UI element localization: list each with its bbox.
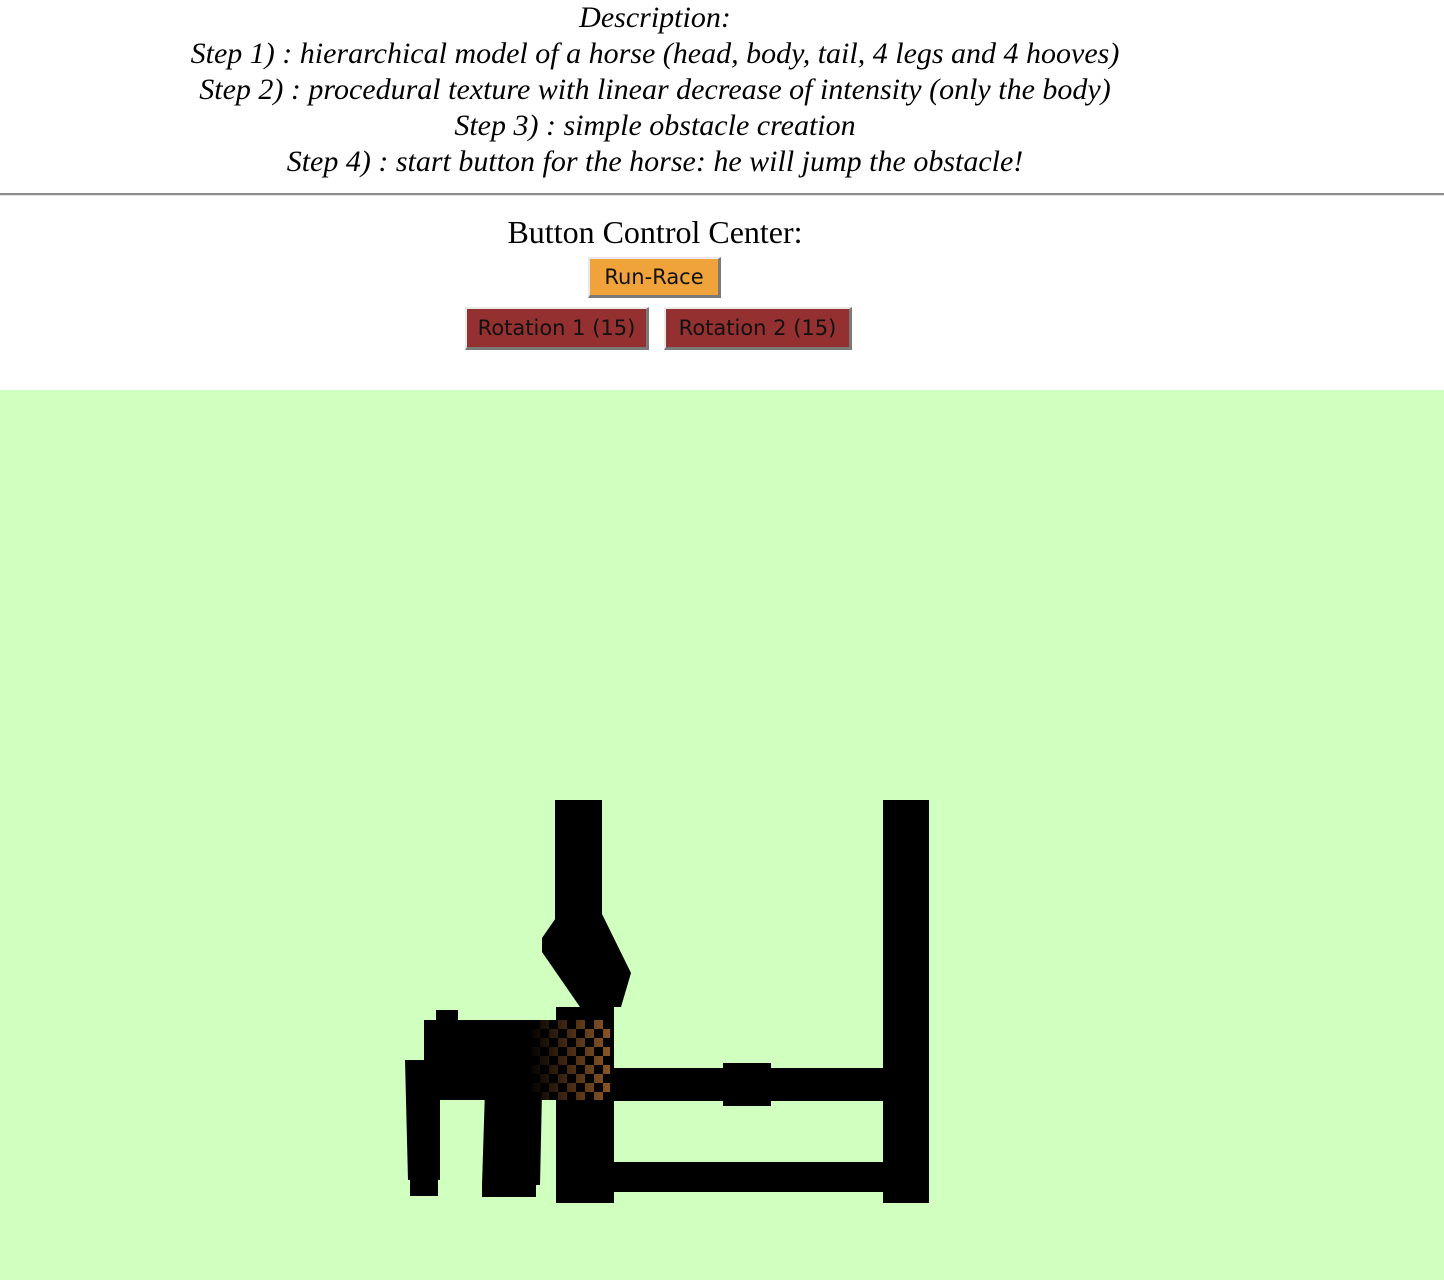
run-race-button[interactable]: Run-Race bbox=[588, 257, 721, 298]
divider bbox=[0, 193, 1444, 196]
horse-back-hoof-2 bbox=[482, 1182, 508, 1197]
description-heading: Description: bbox=[579, 1, 731, 34]
horse-back-leg-3 bbox=[508, 1092, 542, 1185]
horse-tail bbox=[436, 1010, 458, 1038]
obstacle-top-bar-joint bbox=[723, 1063, 771, 1106]
description-step-4: Step 4) : start button for the horse: he… bbox=[286, 145, 1024, 178]
obstacle-bottom-bar bbox=[604, 1162, 894, 1192]
rotation-2-button[interactable]: Rotation 2 (15) bbox=[664, 307, 852, 350]
horse-back-hoof-1 bbox=[410, 1178, 438, 1196]
description-step-1: Step 1) : hierarchical model of a horse … bbox=[190, 37, 1120, 70]
horse-back-leg-1 bbox=[405, 1060, 440, 1180]
canvas-background bbox=[0, 390, 1444, 1280]
horse-back-hoof-3 bbox=[508, 1182, 536, 1197]
rotation-1-button[interactable]: Rotation 1 (15) bbox=[465, 307, 649, 350]
obstacle-left-post bbox=[883, 800, 929, 1203]
horse-body-texture-fade bbox=[484, 1020, 610, 1100]
description-step-3: Step 3) : simple obstacle creation bbox=[454, 109, 856, 142]
description-step-2: Step 2) : procedural texture with linear… bbox=[199, 73, 1111, 106]
description: Description: Step 1) : hierarchical mode… bbox=[0, 0, 1310, 180]
webgl-canvas[interactable] bbox=[0, 390, 1444, 1280]
control-center-title: Button Control Center: bbox=[507, 214, 803, 250]
